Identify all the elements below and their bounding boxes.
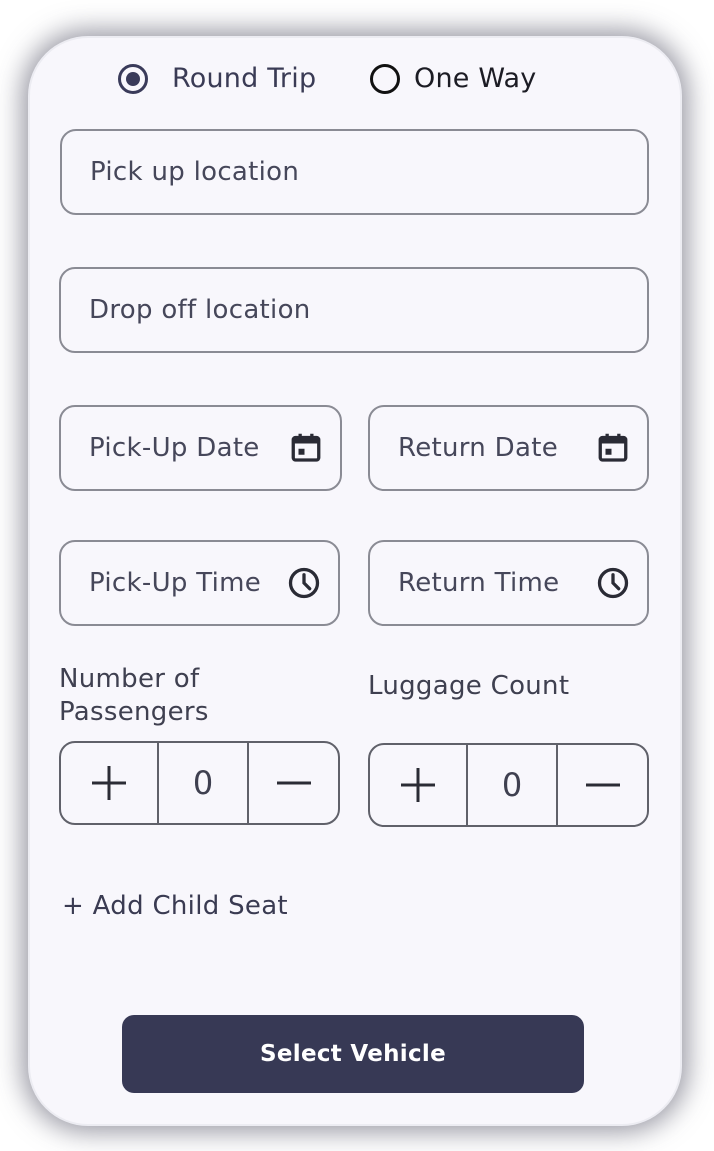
- one-way-label: One Way: [414, 63, 537, 94]
- pickup-time-placeholder: Pick-Up Time: [89, 568, 262, 598]
- minus-icon: [585, 783, 620, 787]
- plus-icon: [401, 768, 435, 802]
- pickup-location-field[interactable]: Pick up location: [60, 129, 649, 215]
- passengers-label-line1: Number of: [59, 664, 200, 694]
- round-trip-radio[interactable]: Round Trip: [118, 63, 316, 94]
- dropoff-location-placeholder: Drop off location: [89, 295, 311, 325]
- minus-icon: [276, 781, 311, 785]
- pickup-date-placeholder: Pick-Up Date: [89, 433, 260, 463]
- dropoff-location-field[interactable]: Drop off location: [59, 267, 649, 353]
- luggage-decrement-button[interactable]: [558, 745, 647, 825]
- plus-icon: [92, 766, 126, 800]
- add-child-seat-link[interactable]: + Add Child Seat: [62, 891, 288, 921]
- clock-icon[interactable]: [286, 565, 322, 601]
- passengers-decrement-button[interactable]: [249, 743, 338, 823]
- passengers-value: 0: [157, 743, 249, 823]
- radio-unselected-icon: [370, 63, 400, 94]
- pickup-date-field[interactable]: Pick-Up Date: [59, 405, 342, 491]
- luggage-stepper[interactable]: 0: [368, 743, 649, 827]
- luggage-increment-button[interactable]: [370, 745, 466, 825]
- passengers-increment-button[interactable]: [61, 743, 157, 823]
- pickup-time-field[interactable]: Pick-Up Time: [59, 540, 340, 626]
- calendar-icon[interactable]: [595, 430, 631, 466]
- radio-selected-icon: [118, 63, 148, 94]
- passengers-label-line2: Passengers: [59, 697, 209, 727]
- round-trip-label: Round Trip: [172, 63, 317, 94]
- booking-card: Round Trip One Way Pick up location Drop…: [30, 38, 680, 1124]
- select-vehicle-button[interactable]: Select Vehicle: [122, 1015, 584, 1093]
- passengers-label: Number of Passengers: [59, 663, 209, 729]
- luggage-label: Luggage Count: [368, 671, 570, 701]
- passengers-stepper[interactable]: 0: [59, 741, 340, 825]
- clock-icon[interactable]: [595, 565, 631, 601]
- return-date-field[interactable]: Return Date: [368, 405, 649, 491]
- return-time-placeholder: Return Time: [398, 568, 560, 598]
- calendar-icon[interactable]: [288, 430, 324, 466]
- return-date-placeholder: Return Date: [398, 433, 558, 463]
- luggage-value: 0: [466, 745, 558, 825]
- return-time-field[interactable]: Return Time: [368, 540, 649, 626]
- one-way-radio[interactable]: One Way: [370, 63, 536, 94]
- pickup-location-placeholder: Pick up location: [90, 157, 300, 187]
